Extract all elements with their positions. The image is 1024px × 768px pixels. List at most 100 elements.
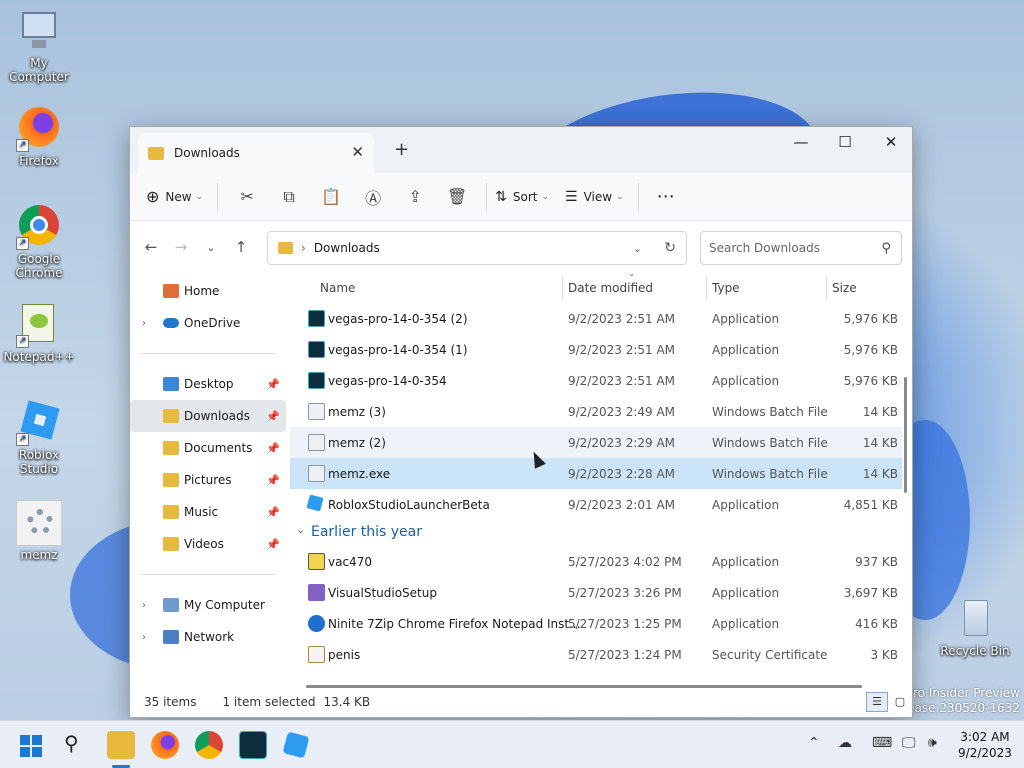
column-type[interactable]: Type — [712, 281, 740, 295]
recent-chevron-icon[interactable]: ⌄ — [196, 241, 226, 254]
sidebar-item-home[interactable]: Home — [130, 275, 286, 307]
file-row[interactable]: vegas-pro-14-0-354 (2) 9/2/2023 2:51 AM Ap… — [290, 303, 902, 334]
desktop-icon-memz[interactable]: memz — [0, 500, 79, 562]
search-icon[interactable]: ⚲ — [64, 731, 79, 755]
file-row[interactable]: penis 5/27/2023 1:24 PM Security Certifica… — [290, 639, 902, 670]
pin-icon[interactable]: 📌 — [266, 506, 280, 519]
address-history-chevron-icon[interactable]: ⌄ — [633, 242, 642, 255]
vegas-taskbar-icon[interactable] — [239, 731, 267, 759]
network-icon[interactable]: 🖵 — [902, 735, 916, 751]
file-row[interactable]: Ninite 7Zip Chrome Firefox Notepad Inst.… — [290, 608, 902, 639]
batch-file-icon — [308, 434, 325, 451]
pin-icon[interactable]: 📌 — [266, 442, 280, 455]
rename-icon[interactable]: Ⓐ — [352, 180, 394, 214]
search-input[interactable]: Search Downloads ⚲ — [700, 231, 902, 265]
forward-arrow-icon[interactable]: → — [166, 238, 196, 256]
pin-icon[interactable]: 📌 — [266, 378, 280, 391]
close-button[interactable]: ✕ — [868, 127, 914, 157]
sort-chevron-icon: ⌄ — [628, 273, 636, 279]
column-size[interactable]: Size — [832, 281, 857, 295]
close-tab-icon[interactable]: ✕ — [351, 143, 364, 161]
share-icon[interactable]: ⇪ — [394, 180, 436, 214]
new-button[interactable]: ⊕ New ⌄ — [146, 180, 203, 214]
pin-icon[interactable]: 📌 — [266, 410, 280, 423]
details-view-icon[interactable]: ☰ — [866, 692, 888, 712]
notepad-plus-plus-icon: ↗ — [16, 302, 62, 348]
file-row-selected[interactable]: memz.exe 9/2/2023 2:28 AM Windows Batch Fi… — [290, 458, 902, 489]
sidebar-item-network[interactable]: › Network — [130, 621, 286, 653]
ninite-icon — [308, 615, 325, 632]
vertical-scrollbar[interactable] — [904, 377, 907, 493]
roblox-studio-taskbar-icon[interactable] — [282, 731, 310, 759]
sort-button[interactable]: ⇅ Sort ⌄ — [495, 180, 549, 214]
chrome-taskbar-icon[interactable] — [195, 731, 223, 759]
file-row[interactable]: vac470 5/27/2023 4:02 PM Application 937 KB — [290, 546, 902, 577]
pin-icon[interactable]: 📌 — [266, 538, 280, 551]
more-options-button[interactable]: ⋯ — [647, 180, 685, 214]
sidebar-item-documents[interactable]: Documents 📌 — [130, 432, 286, 464]
gear-icon — [16, 500, 62, 546]
search-icon[interactable]: ⚲ — [881, 241, 891, 256]
back-arrow-icon[interactable]: ← — [136, 238, 166, 256]
start-button[interactable] — [20, 735, 42, 757]
sidebar-item-videos[interactable]: Videos 📌 — [130, 528, 286, 560]
column-date-modified[interactable]: Date modified — [568, 281, 653, 295]
title-bar[interactable]: Downloads ✕ + — ☐ ✕ — [130, 127, 912, 173]
music-folder-icon — [163, 505, 179, 519]
chevron-down-icon[interactable]: ⌄ — [296, 523, 305, 536]
sidebar-item-onedrive[interactable]: › OneDrive — [130, 307, 286, 339]
firefox-taskbar-icon[interactable] — [151, 731, 179, 759]
delete-icon[interactable]: 🗑 — [436, 180, 478, 214]
toolbar-divider — [486, 182, 488, 211]
tab-downloads[interactable]: Downloads ✕ — [138, 133, 374, 173]
sidebar-item-downloads[interactable]: Downloads 📌 — [130, 400, 286, 432]
file-row[interactable]: memz (2) 9/2/2023 2:29 AM Windows Batch Fi… — [290, 427, 902, 458]
file-row[interactable]: vegas-pro-14-0-354 (1) 9/2/2023 2:51 AM Ap… — [290, 334, 902, 365]
desktop-icon-roblox-studio[interactable]: ↗ Roblox Studio — [0, 400, 79, 476]
file-row[interactable]: RobloxStudioLauncherBeta 9/2/2023 2:01 AM… — [290, 489, 902, 520]
chevron-right-icon[interactable]: › — [142, 632, 146, 643]
file-explorer-taskbar-icon[interactable] — [107, 731, 135, 759]
desktop-icon-google-chrome[interactable]: ↗ Google Chrome — [0, 204, 79, 280]
clock[interactable]: 3:02 AM 9/2/2023 — [952, 729, 1018, 761]
volume-icon[interactable]: 🕪 — [928, 735, 937, 751]
file-row[interactable]: memz (3) 9/2/2023 2:49 AM Windows Batch Fi… — [290, 396, 902, 427]
column-name[interactable]: Name — [320, 281, 355, 295]
sidebar-item-pictures[interactable]: Pictures 📌 — [130, 464, 286, 496]
refresh-icon[interactable]: ↻ — [664, 240, 676, 256]
chevron-down-icon: ⌄ — [616, 191, 624, 202]
chevron-right-icon[interactable]: › — [142, 318, 146, 329]
file-row[interactable]: VisualStudioSetup 5/27/2023 3:26 PM Applic… — [290, 577, 902, 608]
minimize-button[interactable]: — — [778, 127, 824, 157]
home-icon — [163, 284, 179, 298]
chevron-right-icon[interactable]: › — [142, 600, 146, 611]
desktop-icon-recycle-bin[interactable]: Recycle Bin — [935, 596, 1015, 658]
shortcut-arrow-icon: ↗ — [16, 335, 29, 348]
desktop-icon-firefox[interactable]: ↗ Firefox — [0, 106, 79, 168]
view-button[interactable]: ☰ View ⌄ — [565, 180, 624, 214]
paste-icon[interactable]: 📋 — [310, 180, 352, 214]
maximize-button[interactable]: ☐ — [822, 127, 868, 157]
group-header-earlier-this-year[interactable]: ⌄ Earlier this year — [290, 520, 902, 546]
computer-icon — [163, 598, 179, 612]
show-hidden-icons-chevron-icon[interactable]: ⌃ — [808, 735, 820, 751]
view-list-icon: ☰ — [565, 188, 578, 205]
keyboard-icon[interactable]: ⌨ — [872, 735, 892, 751]
network-icon — [163, 630, 179, 644]
onedrive-icon[interactable]: ☁ — [838, 735, 852, 751]
pin-icon[interactable]: 📌 — [266, 474, 280, 487]
file-row[interactable]: vegas-pro-14-0-354 9/2/2023 2:51 AM Applic… — [290, 365, 902, 396]
desktop-icon-notepad-plus-plus[interactable]: ↗ Notepad++ — [0, 302, 79, 364]
desktop-icon-my-computer[interactable]: My Computer — [0, 8, 79, 84]
cut-icon[interactable]: ✂ — [226, 180, 268, 214]
up-arrow-icon[interactable]: ↑ — [226, 238, 256, 256]
new-tab-button[interactable]: + — [394, 139, 409, 160]
address-bar[interactable]: › Downloads ⌄ ↻ — [267, 231, 687, 265]
sidebar-item-my-computer[interactable]: › My Computer — [130, 589, 286, 621]
sidebar-item-desktop[interactable]: Desktop 📌 — [130, 368, 286, 400]
copy-icon[interactable]: ⧉ — [268, 180, 310, 214]
batch-file-icon — [308, 403, 325, 420]
sidebar-item-music[interactable]: Music 📌 — [130, 496, 286, 528]
breadcrumb[interactable]: Downloads — [314, 241, 380, 255]
tiles-view-icon[interactable]: ▢ — [892, 692, 908, 712]
